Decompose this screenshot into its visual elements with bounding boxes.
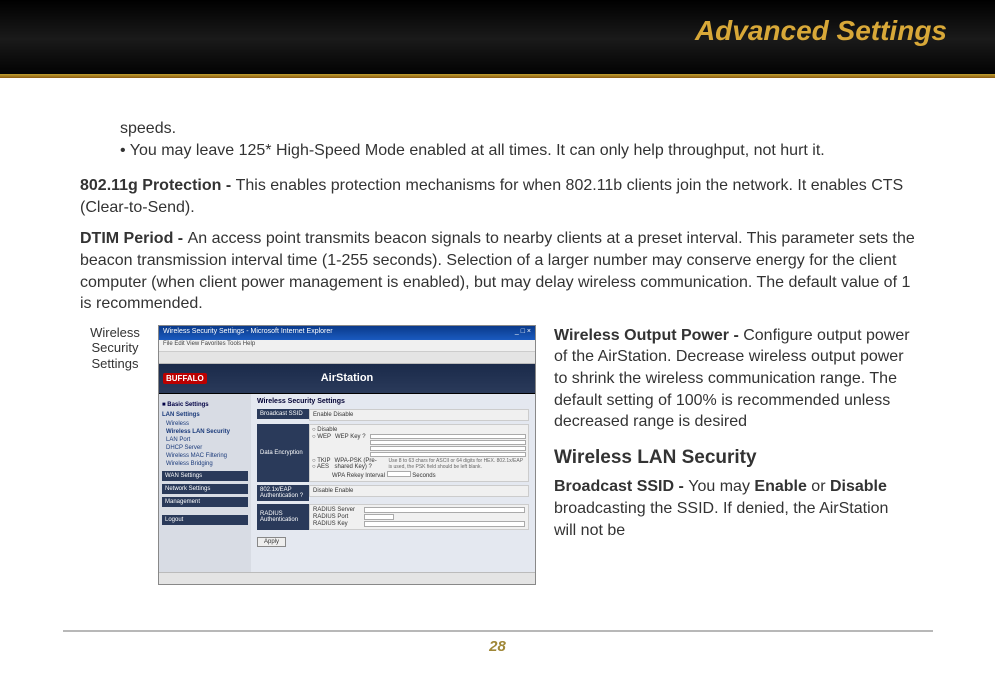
mock-window-title: Wireless Security Settings - Microsoft I… [163,328,333,338]
mock-main: Wireless Security Settings Broadcast SSI… [251,394,535,572]
screenshot-mock: Wireless Security Settings - Microsoft I… [158,325,536,585]
speeds-fragment: speeds. [120,118,915,140]
mock-field: Disable Enable [309,485,529,497]
mock-side-item: Wireless [162,420,248,428]
mock-side-item: Wireless Bridging [162,460,248,468]
label-broadcast-ssid: Broadcast SSID - [554,478,688,495]
mock-field: RADIUS Server RADIUS Port RADIUS Key [309,504,529,530]
mock-label: RADIUS Authentication [257,504,309,530]
label-output-power: Wireless Output Power - [554,327,743,344]
mock-side-item: LAN Port [162,436,248,444]
mock-opt: AES [317,464,329,470]
mock-side-block: Management [162,497,248,507]
mock-side-item: Wireless MAC Filtering [162,452,248,460]
content-area: speeds. • You may leave 125* High-Speed … [0,78,995,585]
mock-label: 802.1x/EAP Authentication ? [257,485,309,501]
text-ssid-enable: Enable [754,478,806,495]
mock-body: ■ Basic Settings LAN Settings Wireless W… [159,394,535,572]
mock-field: Enable Disable [309,409,529,421]
body-columns: Wireless Security Settings Wireless Secu… [80,325,915,585]
mock-side-block: WAN Settings [162,471,248,481]
mock-radio: ○ WEP WEP Key ? [312,434,526,457]
paragraph-output-power: Wireless Output Power - Config­ure outpu… [554,325,915,433]
mock-side-item: Wireless LAN Security [162,428,248,436]
mock-brand-tag: BUFFALO [163,373,207,384]
mock-main-head: Wireless Security Settings [257,398,529,405]
page-footer: 28 [0,630,995,655]
label-dtim: DTIM Period - [80,230,188,247]
mock-row-encryption: Data Encryption ○ Disable ○ WEP WEP Key … [257,424,529,482]
mock-label: Broadcast SSID [257,409,309,419]
figure-caption: Wireless Security Settings [80,325,150,372]
mock-rlabel: RADIUS Key [313,521,361,527]
text-ssid-a: You may [688,478,754,495]
mock-side-logout: Logout [162,515,248,525]
bullet-text: You may leave 125* High-Speed Mode enabl… [130,142,825,159]
mock-side-item: DHCP Server [162,444,248,452]
page-title: Advanced Settings [695,15,947,47]
figure-block: Wireless Security Settings Wireless Secu… [80,325,536,585]
mock-apply-button: Apply [257,537,286,547]
mock-banner: BUFFALO AirStation [159,364,535,394]
mock-statusbar [159,572,535,584]
mock-menubar: File Edit View Favorites Tools Help [159,340,535,352]
paragraph-80211g: 802.11g Protection - This enables protec… [80,175,915,218]
subhead-wlan-security: Wireless LAN Security [554,445,915,471]
bullet-item: • You may leave 125* High-Speed Mode ena… [120,140,915,162]
mock-side-lan: LAN Settings [162,412,248,418]
mock-row-8021x: 802.1x/EAP Authentication ? Disable Enab… [257,485,529,501]
mock-titlebar: Wireless Security Settings - Microsoft I… [159,326,535,340]
mock-psk-hint: Use 8 to 63 chars for ASCII or 64 digits… [389,458,526,470]
mock-opt: Disable [317,427,337,433]
mock-toolbar [159,352,535,364]
mock-side-head: ■ Basic Settings [162,402,248,408]
mock-psk-label: WPA-PSK (Pre-shared Key) ? [335,458,385,470]
paragraph-broadcast-ssid: Broadcast SSID - You may Enable or Disab… [554,476,915,541]
right-column: Wireless Output Power - Config­ure outpu… [554,325,915,551]
mock-brand-logo: AirStation [321,372,374,384]
mock-rekey-unit: Seconds [412,473,435,479]
mock-rekey-label: WPA Rekey Interval [332,473,385,479]
mock-window-controls: _ □ × [515,328,531,338]
mock-label: Data Encryption [257,424,309,482]
page-number: 28 [0,638,995,655]
mock-wep-key: WEP Key ? [335,434,366,457]
text-ssid-b: or [807,478,830,495]
text-ssid-c: broadcasting the SSID. If denied, the Ai… [554,500,888,539]
mock-opt: WEP [317,434,331,440]
footer-divider [63,630,933,632]
mock-radio: ○ TKIP ○ AES WPA-PSK (Pre-shared Key) ? … [312,458,526,470]
mock-sidebar: ■ Basic Settings LAN Settings Wireless W… [159,394,251,572]
mock-row-radius: RADIUS Authentication RADIUS Server RADI… [257,504,529,530]
text-dtim: An access point transmits beacon signals… [80,230,915,312]
mock-radio: ○ Disable [312,427,526,433]
paragraph-dtim: DTIM Period - An access point transmits … [80,228,915,314]
mock-rlabel: RADIUS Port [313,514,361,520]
mock-rekey: WPA Rekey Interval Seconds [312,471,526,479]
mock-side-block: Network Settings [162,484,248,494]
mock-row-broadcast: Broadcast SSID Enable Disable [257,409,529,421]
mock-rlabel: RADIUS Server [313,507,361,513]
continued-text: speeds. • You may leave 125* High-Speed … [80,118,915,161]
mock-radio-set: ○ Disable ○ WEP WEP Key ? [309,424,529,482]
text-ssid-disable: Disable [830,478,887,495]
page-header: Advanced Settings [0,0,995,78]
label-80211g: 802.11g Protection - [80,177,236,194]
